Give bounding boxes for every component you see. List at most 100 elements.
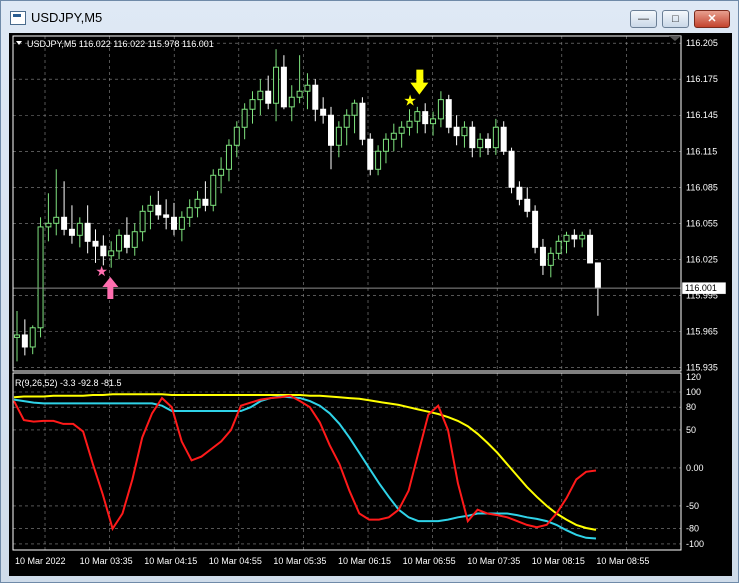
candle-body <box>100 245 107 257</box>
candle-body <box>375 150 382 170</box>
axis-labels: USDJPY,M5 116.022 116.022 115.978 116.00… <box>15 38 718 566</box>
time-axis-label: 10 Mar 2022 <box>15 556 66 566</box>
candle-body <box>116 234 123 252</box>
candle-body <box>210 174 217 206</box>
candle-body <box>296 90 303 98</box>
candle-body <box>587 234 594 264</box>
buy-star-icon: ★ <box>95 263 108 279</box>
minimize-button[interactable]: — <box>630 10 657 28</box>
candle-body <box>335 126 342 146</box>
candle-body <box>233 126 240 146</box>
candle-body <box>555 240 562 254</box>
candle-body <box>539 246 546 266</box>
indicator-axis-label: 120 <box>686 372 701 382</box>
candle-body <box>92 240 99 247</box>
candle-body <box>21 334 28 348</box>
candle-body <box>257 90 264 101</box>
price-axis-label: 115.965 <box>686 326 718 336</box>
chart-client-area[interactable]: ★ ★ 116.001 USDJPY,M5 116.022 116.022 115… <box>9 33 732 576</box>
candle-body <box>437 99 444 120</box>
candle-body <box>328 114 334 146</box>
candle-body <box>68 228 75 236</box>
maximize-button[interactable]: □ <box>662 10 689 28</box>
indicator-axis-label: 100 <box>686 387 701 397</box>
main-chart-info: USDJPY,M5 116.022 116.022 115.978 116.00… <box>27 39 214 49</box>
candle-body <box>579 234 586 240</box>
candle-body <box>414 111 421 122</box>
candle-body <box>29 327 36 348</box>
price-axis-label: 115.995 <box>686 290 718 300</box>
price-axis-label: 116.175 <box>686 74 718 84</box>
candle-body <box>367 138 374 170</box>
close-button[interactable]: ✕ <box>694 10 730 28</box>
candle-body <box>508 150 515 188</box>
chart-svg[interactable]: ★★ 116.001 USDJPY,M5 116.022 116.022 115… <box>9 33 732 576</box>
candle-body <box>288 96 295 108</box>
candle-body <box>390 132 397 140</box>
price-axis-label: 116.025 <box>686 254 718 264</box>
candle-body <box>186 207 193 218</box>
candle-body <box>382 138 389 152</box>
candle-body <box>139 210 146 233</box>
candle-body <box>547 252 554 266</box>
candle-body <box>563 234 570 242</box>
candle-body <box>37 226 44 329</box>
window-title: USDJPY,M5 <box>31 10 103 25</box>
indicator-axis-label: -80 <box>686 524 699 534</box>
candle-body <box>241 108 248 128</box>
indicator-axis-label: 80 <box>686 402 696 412</box>
candle-body <box>500 126 507 152</box>
candle-body <box>594 262 601 289</box>
candle-body <box>147 204 154 212</box>
indicator-frame <box>12 372 682 551</box>
indicator-lines <box>13 393 597 540</box>
price-axis-label: 116.055 <box>686 218 718 228</box>
candle-body <box>406 120 413 128</box>
chart-window-icon <box>10 11 26 25</box>
candle-body <box>430 118 437 125</box>
candle-body <box>477 138 484 149</box>
candle-body <box>225 144 232 170</box>
candle-body <box>516 186 523 200</box>
candle-body <box>524 198 531 212</box>
price-axis-label: 116.205 <box>686 38 718 48</box>
candle-body <box>53 216 60 224</box>
candle-body <box>84 222 91 242</box>
candle-body <box>351 102 358 116</box>
indicator-series-r9 <box>13 394 597 532</box>
candle-body <box>461 126 468 137</box>
candle-body <box>485 138 491 149</box>
main-chart-frame <box>12 35 682 372</box>
indicator-info: R(9,26,52) -3.3 -92.8 -81.5 <box>15 378 122 388</box>
signal-arrows: ★★ <box>95 69 429 299</box>
time-axis-label: 10 Mar 06:55 <box>403 556 456 566</box>
candle-body <box>312 84 319 110</box>
candle-body <box>304 84 311 92</box>
price-axis-label: 116.145 <box>686 110 718 120</box>
candle-body <box>469 126 476 149</box>
time-axis-label: 10 Mar 05:35 <box>273 556 326 566</box>
candle-body <box>445 99 452 128</box>
candle-body <box>422 111 429 125</box>
time-axis-label: 10 Mar 06:15 <box>338 556 391 566</box>
candle-body <box>571 234 578 240</box>
shift-marker-icon <box>669 36 681 41</box>
candle-body <box>108 250 115 257</box>
indicator-series-r52 <box>13 393 597 531</box>
indicator-axis-label: -100 <box>686 539 704 549</box>
time-axis-label: 10 Mar 04:55 <box>209 556 262 566</box>
candle-body <box>163 214 170 218</box>
sell-star-icon: ★ <box>403 93 416 110</box>
time-axis-label: 10 Mar 08:55 <box>596 556 649 566</box>
candle-body <box>343 114 350 128</box>
time-axis-label: 10 Mar 07:35 <box>467 556 520 566</box>
candle-body <box>178 216 185 230</box>
candle-body <box>359 102 366 140</box>
window-titlebar[interactable]: USDJPY,M5 — □ ✕ <box>1 1 738 33</box>
time-axis-label: 10 Mar 08:15 <box>532 556 585 566</box>
candle-body <box>218 168 225 176</box>
sell-arrow-down-icon <box>410 69 429 95</box>
price-axis-label: 116.085 <box>686 182 718 192</box>
time-axis-label: 10 Mar 03:35 <box>80 556 133 566</box>
candle-body <box>61 216 68 230</box>
